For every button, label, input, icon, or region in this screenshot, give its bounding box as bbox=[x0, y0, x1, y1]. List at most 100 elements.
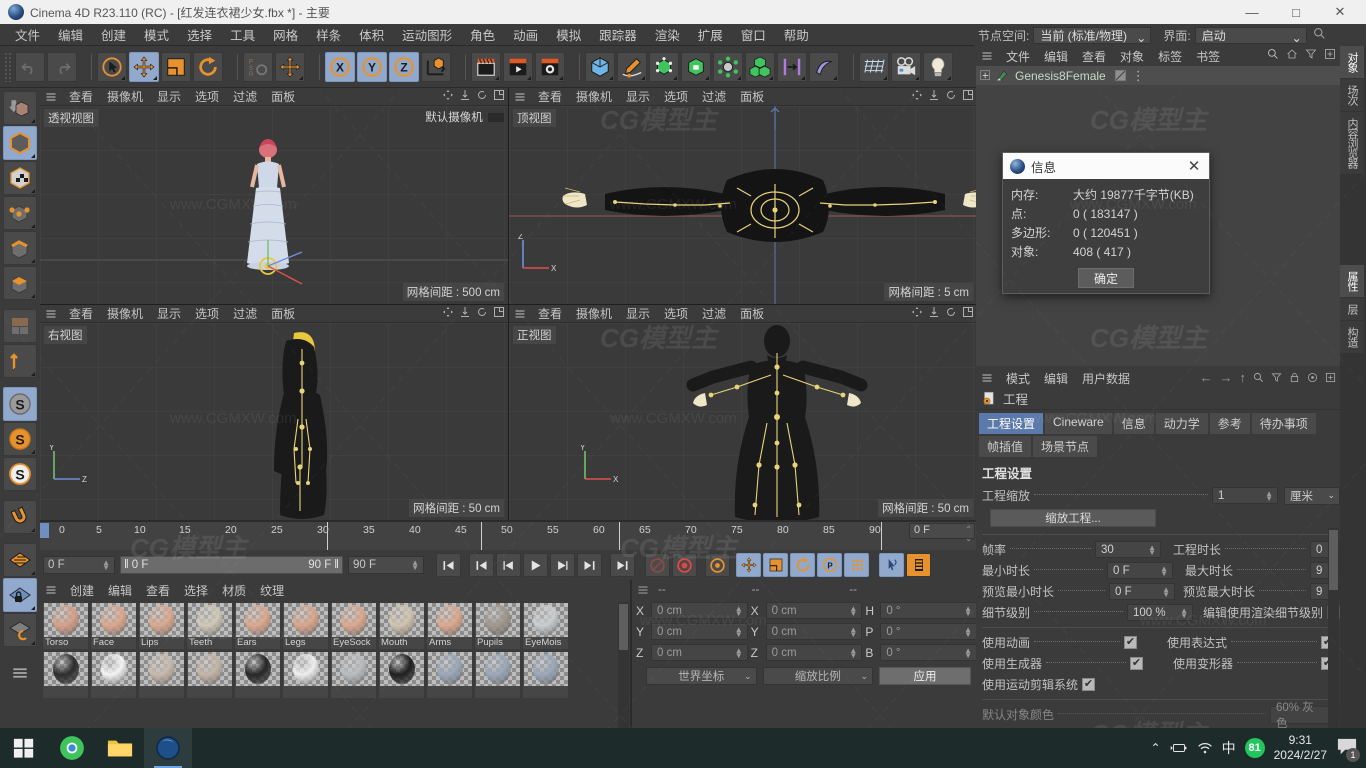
next-key-button[interactable] bbox=[577, 553, 602, 577]
world-coordinates-button[interactable] bbox=[421, 51, 451, 82]
material-cell[interactable]: Mouth bbox=[378, 602, 425, 650]
menu-item-render[interactable]: 渲染 bbox=[646, 23, 689, 46]
material-cell[interactable] bbox=[378, 651, 425, 699]
material-cell[interactable]: Legs bbox=[282, 602, 329, 650]
viewport-canvas-front[interactable]: 正视图 网格间距 : 50 cm Y X bbox=[509, 323, 977, 520]
vp-menu-panel[interactable]: 面板 bbox=[264, 305, 302, 322]
edge-mode-button[interactable] bbox=[3, 231, 37, 265]
workplane-button[interactable] bbox=[3, 543, 37, 577]
search-icon[interactable] bbox=[1313, 27, 1326, 43]
left-toolbar-more-button[interactable] bbox=[3, 656, 37, 690]
vp-menu-display[interactable]: 显示 bbox=[150, 88, 188, 105]
material-cell[interactable]: Pupils bbox=[474, 602, 521, 650]
info-dialog-ok-button[interactable]: 确定 bbox=[1078, 268, 1134, 288]
mat-menu-material[interactable]: 材质 bbox=[215, 582, 253, 599]
move-world-button[interactable] bbox=[275, 51, 305, 82]
am-menu-edit[interactable]: 编辑 bbox=[1037, 370, 1075, 387]
menu-item-animation[interactable]: 动画 bbox=[504, 23, 547, 46]
workplane-rotate-button[interactable] bbox=[3, 613, 37, 647]
animation-mode-button[interactable] bbox=[879, 553, 904, 577]
rotate-tool-button[interactable] bbox=[193, 51, 223, 82]
axis-y-button[interactable]: Y bbox=[357, 51, 387, 82]
prev-key-button[interactable] bbox=[469, 553, 494, 577]
coord-pos-x[interactable]: 0 cm ▲ ▼ bbox=[651, 602, 748, 619]
am-menu-mode[interactable]: 模式 bbox=[999, 370, 1037, 387]
menu-item-mograph[interactable]: 运动图形 bbox=[393, 23, 461, 46]
s-orange-button[interactable]: S bbox=[3, 422, 37, 456]
prev-frame-button[interactable] bbox=[496, 553, 521, 577]
ime-indicator[interactable]: 中 bbox=[1222, 738, 1236, 758]
preview-min-field[interactable]: 0 F ▲ ▼ bbox=[1109, 583, 1175, 600]
deform-button[interactable] bbox=[809, 51, 839, 82]
vtab-content-browser[interactable]: 内容浏览器 bbox=[1340, 112, 1364, 174]
make-editable-button[interactable] bbox=[3, 91, 37, 125]
project-scale-unit-select[interactable]: 厘米 ⌄ bbox=[1284, 486, 1340, 505]
render-settings-button[interactable] bbox=[535, 51, 565, 82]
project-scale-field[interactable]: 1 ▲ ▼ bbox=[1212, 487, 1278, 504]
camera-button[interactable] bbox=[891, 51, 921, 82]
vp-menu-display[interactable]: 显示 bbox=[150, 305, 188, 322]
close-button[interactable]: ✕ bbox=[1318, 0, 1362, 24]
texture-mode-button[interactable] bbox=[3, 161, 37, 195]
material-grid[interactable]: Torso Face Lips Teeth Ears Legs EyeSock Mouth Ar… bbox=[42, 602, 614, 730]
material-cell[interactable]: Face bbox=[90, 602, 137, 650]
om-menu-tags[interactable]: 标签 bbox=[1151, 48, 1189, 65]
magnet-button[interactable] bbox=[3, 500, 37, 534]
viewport-canvas-right[interactable]: 右视图 网格间距 : 50 cm Y Z bbox=[40, 323, 508, 520]
coord-pos-z[interactable]: 0 cm ▲ ▼ bbox=[651, 644, 748, 661]
spline-pen-button[interactable] bbox=[617, 51, 647, 82]
preview-range-slider[interactable]: ‖ 0 F 90 F ‖ bbox=[120, 556, 343, 574]
vtab-layers[interactable]: 层 bbox=[1340, 298, 1364, 320]
timeline-toggle-button[interactable] bbox=[906, 553, 931, 577]
timeline-ruler[interactable]: 0 5 10 15 20 25 30 35 40 45 50 55 60 65 … bbox=[40, 522, 977, 550]
material-cell[interactable] bbox=[474, 651, 521, 699]
coord-rot-p[interactable]: 0 ° ▲ ▼ bbox=[880, 623, 978, 640]
vp-menu-filter[interactable]: 过滤 bbox=[695, 88, 733, 105]
vp-menu-camera[interactable]: 摄像机 bbox=[100, 88, 150, 105]
vp-menu-options[interactable]: 选项 bbox=[188, 88, 226, 105]
point-level-animation-button[interactable] bbox=[844, 553, 869, 577]
chevron-up-icon[interactable]: ⌃ bbox=[1151, 741, 1161, 755]
vp-menu-camera[interactable]: 摄像机 bbox=[569, 305, 619, 322]
attribute-scrollbar[interactable] bbox=[1328, 528, 1339, 729]
scale-mode-select[interactable]: 缩放比例 ⌄ bbox=[762, 667, 873, 685]
forward-icon[interactable]: → bbox=[1220, 370, 1233, 385]
timeline-end-field[interactable]: 0 F ⌃ ⌄ bbox=[909, 523, 975, 543]
viewport-perspective[interactable]: 查看 摄像机 显示 选项 过滤 面板 透视视图 默认摄像机 网格间距: 500… bbox=[40, 88, 508, 304]
toolbar-grip[interactable] bbox=[4, 51, 12, 82]
material-scrollbar[interactable] bbox=[618, 602, 629, 730]
menu-item-edit[interactable]: 编辑 bbox=[49, 23, 92, 46]
mat-menu-texture[interactable]: 纹理 bbox=[253, 582, 291, 599]
vp-menu-panel[interactable]: 面板 bbox=[264, 88, 302, 105]
generator-button[interactable] bbox=[649, 51, 679, 82]
point-mode-button[interactable] bbox=[3, 196, 37, 230]
primitive-cube-button[interactable] bbox=[585, 51, 615, 82]
menu-item-tools[interactable]: 工具 bbox=[221, 23, 264, 46]
material-cell[interactable]: Lips bbox=[138, 602, 185, 650]
minimize-button[interactable]: — bbox=[1230, 0, 1274, 24]
vp-menu-panel[interactable]: 面板 bbox=[733, 88, 771, 105]
vp-menu-display[interactable]: 显示 bbox=[619, 305, 657, 322]
min-time-field[interactable]: 0 F ▲ ▼ bbox=[1107, 562, 1173, 579]
scale-tool-button[interactable] bbox=[161, 51, 191, 82]
menu-item-window[interactable]: 窗口 bbox=[732, 23, 775, 46]
back-icon[interactable]: ← bbox=[1200, 370, 1213, 385]
render-view-button[interactable] bbox=[471, 51, 501, 82]
vp-menu-filter[interactable]: 过滤 bbox=[226, 88, 264, 105]
vp-menu-view[interactable]: 查看 bbox=[62, 305, 100, 322]
record-scale-button[interactable] bbox=[763, 553, 788, 577]
menu-item-volume[interactable]: 体积 bbox=[350, 23, 393, 46]
menu-item-mode[interactable]: 模式 bbox=[135, 23, 178, 46]
axis-x-button[interactable]: X bbox=[325, 51, 355, 82]
interface-select[interactable]: 启动 ⌄ bbox=[1194, 26, 1307, 45]
scale-project-button[interactable]: 缩放工程... bbox=[990, 509, 1156, 527]
polygon-mode-button[interactable] bbox=[3, 266, 37, 300]
attribute-tab[interactable]: 场景节点 bbox=[1032, 435, 1099, 458]
coord-size-z[interactable]: 0 cm ▲ ▼ bbox=[765, 644, 863, 661]
vtab-takes[interactable]: 场次 bbox=[1340, 79, 1364, 111]
vtab-structure[interactable]: 构造 bbox=[1340, 321, 1364, 353]
vp-menu-options[interactable]: 选项 bbox=[657, 88, 695, 105]
om-menu-file[interactable]: 文件 bbox=[999, 48, 1037, 65]
node-space-select[interactable]: 当前 (标准/物理) ⌄ bbox=[1033, 26, 1152, 45]
om-menu-object[interactable]: 对象 bbox=[1113, 48, 1151, 65]
